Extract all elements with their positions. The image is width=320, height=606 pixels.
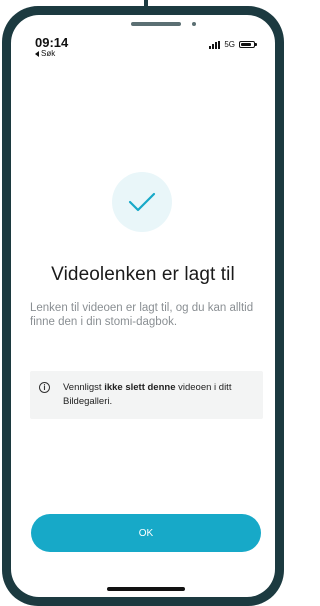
app-screen: 09:14 Søk 5G Videolenken er lagt til Len… (11, 15, 275, 597)
status-time: 09:14 (35, 35, 69, 50)
status-bar: 09:14 Søk 5G (11, 15, 275, 59)
notice-text: Vennligst ikke slett denne videoen i dit… (63, 381, 243, 409)
notice-text-start: Vennligst (63, 382, 105, 393)
network-type: 5G (224, 40, 235, 49)
home-indicator[interactable] (107, 587, 185, 591)
confirmation-description: Lenken til videoen er lagt til, og du ka… (30, 302, 254, 328)
status-indicators: 5G (209, 40, 257, 49)
back-arrow-icon (35, 50, 39, 57)
notice-text-emphasis: ikke slett denne (104, 382, 176, 393)
confirmation-title: Videolenken er lagt til (51, 264, 235, 285)
battery-icon (239, 41, 257, 48)
notice-box: i Vennligst ikke slett denne videoen i d… (30, 371, 263, 419)
signal-icon (209, 40, 221, 49)
ok-button[interactable]: OK (31, 514, 261, 552)
back-to-search-link[interactable]: Søk (35, 49, 55, 58)
phone-frame: 09:14 Søk 5G Videolenken er lagt til Len… (2, 6, 284, 606)
checkmark-icon (128, 192, 156, 212)
success-check-icon (112, 172, 172, 232)
info-icon: i (39, 382, 50, 393)
back-label: Søk (41, 49, 56, 58)
